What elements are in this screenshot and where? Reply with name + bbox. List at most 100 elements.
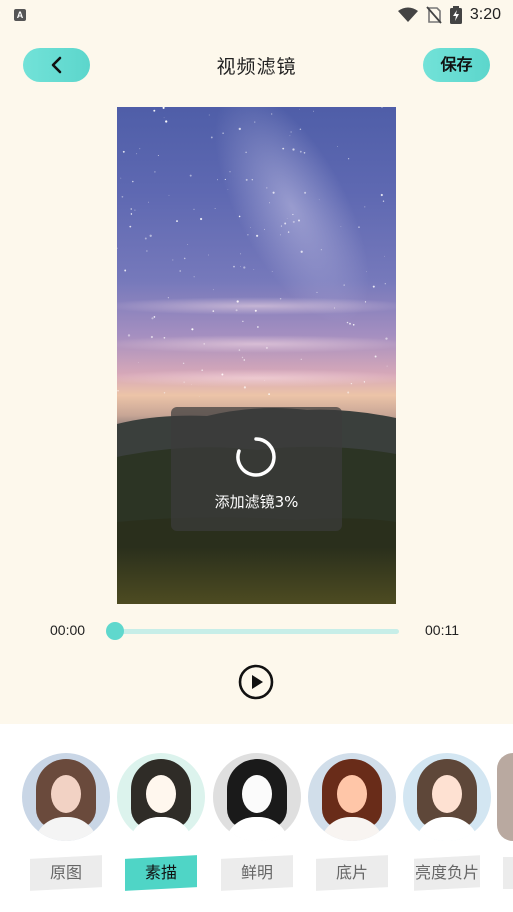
star xyxy=(380,193,383,197)
star xyxy=(172,259,174,261)
filter-thumbnail-peek[interactable] xyxy=(497,753,513,841)
star xyxy=(242,320,244,322)
filter-thumbnail[interactable] xyxy=(403,753,491,841)
star xyxy=(176,220,178,223)
thumbnail-face xyxy=(432,775,462,813)
spinner-icon xyxy=(236,437,276,477)
save-button[interactable]: 保存 xyxy=(423,48,490,82)
filter-panel: 原图 素描 鲜明 底片 亮度负片 xyxy=(0,724,513,912)
star xyxy=(187,244,189,245)
star xyxy=(179,270,182,272)
star xyxy=(347,158,350,160)
star xyxy=(199,217,203,221)
cloud-band xyxy=(117,297,396,315)
loading-text: 添加滤镜3% xyxy=(214,493,299,511)
star xyxy=(154,171,156,173)
star xyxy=(240,253,242,255)
star xyxy=(374,355,377,358)
star xyxy=(124,269,127,272)
star xyxy=(268,393,270,395)
star xyxy=(381,107,383,109)
filter-thumbnail[interactable] xyxy=(22,753,110,841)
play-icon[interactable] xyxy=(238,664,274,700)
star xyxy=(163,392,166,394)
star xyxy=(130,213,133,215)
filter-label-2[interactable]: 鲜明 xyxy=(221,855,293,891)
thumbnail-face xyxy=(146,775,176,813)
star xyxy=(386,365,388,367)
star xyxy=(243,266,246,269)
star xyxy=(138,362,139,363)
filter-label-3[interactable]: 底片 xyxy=(316,855,388,891)
star xyxy=(149,234,152,237)
seek-thumb[interactable] xyxy=(106,622,124,640)
star xyxy=(130,208,132,210)
star xyxy=(243,359,246,361)
filter-thumbnail[interactable] xyxy=(308,753,396,841)
thumbnail-face xyxy=(242,775,272,813)
star xyxy=(191,328,194,331)
filter-label-peek[interactable] xyxy=(503,857,513,889)
filter-label-4[interactable]: 亮度负片 xyxy=(414,855,480,891)
cloud-band xyxy=(117,335,396,353)
star xyxy=(134,209,136,211)
star xyxy=(382,200,385,202)
star xyxy=(144,237,147,240)
filter-label-text: 鲜明 xyxy=(240,863,273,883)
current-time: 00:00 xyxy=(50,622,86,638)
total-time: 00:11 xyxy=(425,622,459,638)
status-bar: A 3:20 xyxy=(0,0,513,30)
loading-overlay: 添加滤镜3% xyxy=(171,407,342,531)
star xyxy=(352,323,355,326)
seek-bar[interactable] xyxy=(110,629,399,634)
wifi-icon xyxy=(397,7,418,22)
filter-thumbnail[interactable] xyxy=(117,753,205,841)
cloud-band xyxy=(117,369,396,387)
battery-charging-icon xyxy=(449,6,462,24)
ground-glow xyxy=(117,547,396,604)
star xyxy=(193,276,195,278)
star xyxy=(208,254,209,256)
star xyxy=(384,255,386,257)
star xyxy=(241,356,244,359)
filter-label-text: 亮度负片 xyxy=(414,863,479,883)
star xyxy=(198,396,200,397)
star xyxy=(214,208,216,209)
star xyxy=(148,201,149,203)
star xyxy=(240,266,241,267)
star xyxy=(122,150,125,153)
star xyxy=(129,225,132,228)
star xyxy=(300,358,302,360)
filter-thumbnail[interactable] xyxy=(213,753,301,841)
star xyxy=(364,206,366,208)
star xyxy=(120,177,122,179)
star xyxy=(182,362,185,365)
star xyxy=(157,154,159,157)
no-sim-icon xyxy=(426,6,442,24)
star xyxy=(146,250,148,252)
star xyxy=(163,117,165,119)
filter-label-1[interactable]: 素描 xyxy=(125,855,197,891)
filter-label-0[interactable]: 原图 xyxy=(30,855,102,891)
filter-item[interactable]: 素描 xyxy=(111,724,207,912)
star xyxy=(151,317,154,320)
filter-item[interactable]: 亮度负片 xyxy=(397,724,493,912)
filter-label-text: 素描 xyxy=(144,863,177,883)
star xyxy=(153,316,156,318)
star xyxy=(136,153,138,155)
star xyxy=(139,148,141,150)
star xyxy=(313,110,315,112)
filter-label-text: 原图 xyxy=(49,863,82,883)
star xyxy=(189,174,192,177)
star xyxy=(347,391,350,394)
star xyxy=(253,269,255,270)
star xyxy=(337,146,339,148)
star xyxy=(132,180,134,183)
filter-item[interactable]: 鲜明 xyxy=(207,724,303,912)
star xyxy=(257,326,259,328)
filter-item[interactable]: 底片 xyxy=(302,724,398,912)
filter-item[interactable]: 原图 xyxy=(16,724,112,912)
star xyxy=(117,389,119,392)
thumbnail-face xyxy=(51,775,81,813)
star xyxy=(165,120,168,123)
